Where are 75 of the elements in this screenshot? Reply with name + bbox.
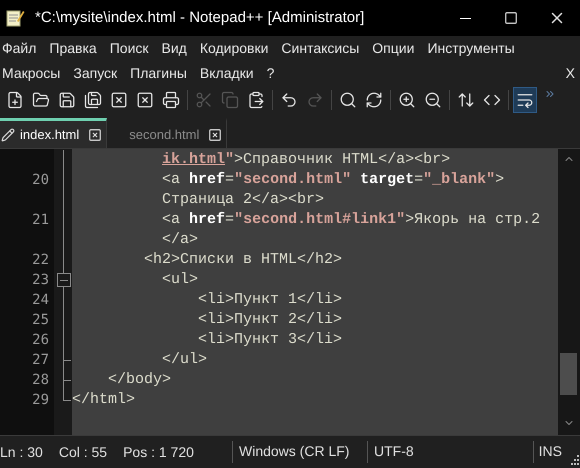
notepad-icon [5,8,25,28]
close-all-icon [136,91,154,109]
clipboard-icon [247,91,265,109]
window-title: *C:\mysite\index.html - Notepad++ [Administrator] [35,8,364,28]
menu-item[interactable]: Инструменты [426,36,516,61]
maximize-icon [504,11,518,25]
zoom-in-icon [398,91,416,109]
wrap-text-button[interactable] [513,87,537,113]
copy-icon [221,91,239,109]
tab-close-icon[interactable] [208,128,222,142]
folder-icon [32,91,50,109]
vertical-scrollbar[interactable] [558,149,580,435]
scissors-icon [195,91,213,109]
save-icon [58,91,76,109]
more-chevron-icon[interactable] [544,88,556,100]
search-icon [339,91,357,109]
undo-icon [280,91,298,109]
new-file-icon [6,91,24,109]
menu-item[interactable]: Запуск [72,61,118,86]
menu-item[interactable]: ? [266,61,276,86]
code-line: ik.html">Справочник HTML</a><br> [161,150,450,170]
zoom-out-icon [424,91,442,109]
menu-item[interactable]: Макросы [1,61,62,86]
menu-item[interactable]: Кодировки [198,36,270,61]
code-line: <li>Пункт 2</li> [197,310,342,330]
fold-minus-icon[interactable] [57,273,71,287]
insert-mode-status: INS [538,443,562,459]
scroll-thumb[interactable] [560,353,577,395]
code-line: <a href="second.html#link1">Якорь на стр.2 [161,210,540,230]
status-text: Ln : 30 [0,442,43,462]
code-line: <h2>Списки в HTML</h2> [143,250,342,270]
code-line: <li>Пункт 1</li> [197,290,342,310]
menu-item[interactable]: Плагины [129,61,188,86]
vertical-arrows-icon [457,91,475,109]
line-number: 27 [32,350,49,370]
line-number: 29 [32,390,49,410]
replace-icon [365,91,383,109]
close-document-button[interactable]: X [566,61,575,86]
menu-item[interactable]: Файл [1,36,38,61]
wrap-text-icon [516,91,534,109]
code-line: <li>Пункт 3</li> [197,330,342,350]
close-file-icon [110,91,128,109]
menu-item[interactable]: Поиск [108,36,150,61]
line-number: 25 [32,310,49,330]
code-line: </a> [161,230,198,250]
menu-item[interactable]: Вид [160,36,188,61]
resize-grip-icon [569,455,579,465]
save-all-icon [84,91,102,109]
menu-item[interactable]: Вкладки [198,61,255,86]
file-tab[interactable]: index.html [0,118,108,148]
encoding-status: UTF-8 [374,443,414,459]
tab-close-icon[interactable] [88,128,102,142]
line-number: 28 [32,370,49,390]
printer-icon [162,91,180,109]
line-number: 26 [32,330,49,350]
file-tab[interactable]: second.html [107,118,228,148]
code-line: Страница 2</a><br> [161,190,324,210]
menu-item[interactable]: Правка [48,36,98,61]
menu-item[interactable]: Синтаксисы [280,36,360,61]
line-number: 23 [32,270,49,290]
line-number: 21 [32,210,49,230]
line-number: 20 [32,170,49,190]
redo-icon [306,91,324,109]
menu-item[interactable]: Опции [371,36,416,61]
line-number: 24 [32,290,49,310]
line-ending-status: Windows (CR LF) [239,443,350,459]
code-line: </html> [72,390,136,410]
status-text: Col : 55 [58,442,108,462]
code-line: </ul> [161,350,208,370]
line-number: 22 [32,250,49,270]
status-text: Pos : 1 720 [123,442,194,462]
code-line: <a href="second.html" target="_blank"> [161,170,504,190]
pencil-icon [1,128,15,142]
code-line: <ul> [161,270,198,290]
code-line: </body> [107,370,172,390]
